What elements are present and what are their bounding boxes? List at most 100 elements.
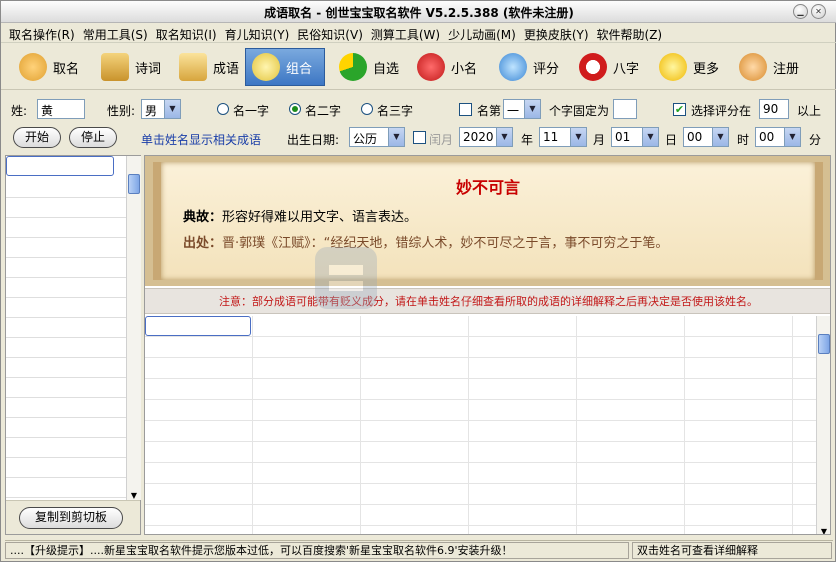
scroll-down-icon[interactable]: ▼ [817, 527, 830, 534]
list-item[interactable] [6, 218, 126, 238]
toolbar-pingfen-button[interactable]: 评分 [493, 48, 565, 86]
status-bar: ....【升级提示】....新星宝宝取名软件提示您版本过低，可以百度搜索'新星宝… [5, 540, 833, 559]
list-item[interactable] [6, 278, 126, 298]
fixed-char-input[interactable] [613, 99, 637, 119]
list-item[interactable] [6, 156, 114, 176]
menu-skin[interactable]: 更换皮肤(Y) [520, 23, 593, 42]
list-item[interactable] [6, 438, 126, 458]
list-item[interactable] [6, 358, 126, 378]
list-item[interactable] [6, 378, 126, 398]
meaning-text: 形容好得难以用文字、语言表达。 [222, 210, 418, 225]
menu-folk[interactable]: 民俗知识(V) [293, 23, 367, 42]
radio-three-char[interactable] [361, 103, 373, 115]
grid-row-line [145, 420, 817, 421]
menu-animation[interactable]: 少儿动画(M) [444, 23, 520, 42]
year-select[interactable]: 2020 ▼ [459, 127, 513, 147]
grid-scrollbar[interactable]: ▼ [816, 316, 830, 534]
toolbar-label: 取名 [53, 61, 80, 77]
radio-three-char-label: 名三字 [377, 104, 414, 118]
scroll-down-icon[interactable]: ▼ [127, 491, 141, 500]
close-icon[interactable]: ✕ [811, 4, 826, 19]
day-unit: 日 [665, 133, 678, 147]
toolbar-register-button[interactable]: 注册 [733, 48, 805, 86]
menu-calc[interactable]: 测算工具(W) [367, 23, 444, 42]
day-select[interactable]: 01 ▼ [611, 127, 659, 147]
source-text: 晋·郭璞《江赋》：“经纪天地，错综人术，妙不可尽之于言，事不可穷之于笔。 [222, 236, 669, 251]
menu-bar: 取名操作(R) 常用工具(S) 取名知识(I) 育儿知识(Y) 民俗知识(V) … [1, 23, 836, 43]
menu-tools[interactable]: 常用工具(S) [79, 23, 152, 42]
month-select[interactable]: 11 ▼ [539, 127, 587, 147]
toolbar-shici-button[interactable]: 诗词 [95, 48, 167, 86]
toolbar-more-button[interactable]: 更多 [653, 48, 725, 86]
hour-select[interactable]: 00 ▼ [683, 127, 729, 147]
chevron-down-icon: ▼ [784, 128, 800, 146]
grid-col-line [360, 316, 361, 534]
toolbar-xiaoming-button[interactable]: 小名 [411, 48, 483, 86]
list-item[interactable] [6, 238, 126, 258]
toolbar-label: 注册 [773, 61, 800, 77]
calendar-select[interactable]: 公历 ▼ [349, 127, 405, 147]
year-value: 2020 [463, 130, 494, 144]
star-plus-icon [659, 53, 687, 81]
toolbar-label: 自选 [373, 61, 400, 77]
minute-select[interactable]: 00 ▼ [755, 127, 801, 147]
copy-to-clipboard-button[interactable]: 复制到剪切板 [19, 507, 123, 529]
toolbar-chengyu-button[interactable]: 成语 [173, 48, 245, 86]
options-row-2: 开始 停止 单击姓名显示相关成语 出生日期: 公历 ▼ 闰月 2020 ▼ 年 … [1, 124, 836, 154]
grid-row-line [145, 483, 817, 484]
surname-input[interactable]: 黄 [37, 99, 85, 119]
score-suffix: 以上 [797, 104, 822, 118]
year-unit: 年 [521, 133, 534, 147]
list-item[interactable] [6, 458, 126, 478]
toolbar-qiming-button[interactable]: 取名 [13, 48, 85, 86]
scroll-thumb[interactable] [818, 334, 830, 354]
score-filter-checkbox[interactable]: ✔ [673, 103, 686, 116]
month-value: 11 [543, 130, 559, 144]
toolbar-zuhe-button[interactable]: 组合 [245, 48, 325, 86]
scroll-thumb[interactable] [128, 174, 140, 194]
menu-help[interactable]: 软件帮助(Z) [593, 23, 667, 42]
fixed-char-checkbox[interactable] [459, 103, 472, 116]
minimize-icon[interactable]: ▁ [793, 4, 808, 19]
leap-month-checkbox[interactable] [413, 131, 426, 144]
user-group-icon [19, 53, 47, 81]
toolbar-zixuan-button[interactable]: 自选 [333, 48, 405, 86]
show-idiom-link[interactable]: 单击姓名显示相关成语 [141, 131, 261, 148]
list-item[interactable] [6, 198, 126, 218]
idiom-meaning: 典故：形容好得难以用文字、语言表达。 [183, 206, 417, 225]
list-item[interactable] [6, 338, 126, 358]
list-item[interactable] [6, 398, 126, 418]
idiom-scroll-banner: 妙不可言 典故：形容好得难以用文字、语言表达。 出处：晋·郭璞《江赋》：“经纪天… [145, 156, 830, 286]
name-list[interactable]: ▼ [5, 155, 141, 535]
radio-two-char-label: 名二字 [305, 104, 342, 118]
day-value: 01 [615, 130, 631, 144]
magnifier-icon [499, 53, 527, 81]
grid-cell-selected[interactable] [145, 316, 251, 336]
list-item[interactable] [6, 318, 126, 338]
menu-naming-knowledge[interactable]: 取名知识(I) [152, 23, 221, 42]
start-button[interactable]: 开始 [13, 127, 61, 148]
menu-parenting[interactable]: 育儿知识(Y) [221, 23, 294, 42]
toolbar-label: 组合 [286, 61, 313, 77]
menu-qiming[interactable]: 取名操作(R) [5, 23, 79, 42]
chevron-down-icon: ▼ [524, 100, 540, 118]
name-grid[interactable] [145, 316, 817, 534]
gender-select[interactable]: 男 ▼ [141, 99, 181, 119]
score-input[interactable]: 90 [759, 99, 789, 119]
list-item[interactable] [6, 478, 126, 498]
list-item[interactable] [6, 178, 126, 198]
user-lock-icon [739, 53, 767, 81]
list-item[interactable] [6, 258, 126, 278]
idiom-source: 出处：晋·郭璞《江赋》：“经纪天地，错综人术，妙不可尽之于言，事不可穷之于笔。 [183, 232, 668, 251]
name-pos-select[interactable]: 一 ▼ [503, 99, 541, 119]
source-label: 出处： [183, 236, 223, 251]
radio-one-char[interactable] [217, 103, 229, 115]
list-item[interactable] [6, 418, 126, 438]
toolbar-label: 小名 [451, 61, 478, 77]
radio-two-char[interactable] [289, 103, 301, 115]
left-scrollbar[interactable]: ▼ [126, 156, 141, 500]
list-item[interactable] [6, 298, 126, 318]
gender-value: 男 [145, 104, 158, 118]
toolbar-bazi-button[interactable]: 八字 [573, 48, 645, 86]
stop-button[interactable]: 停止 [69, 127, 117, 148]
